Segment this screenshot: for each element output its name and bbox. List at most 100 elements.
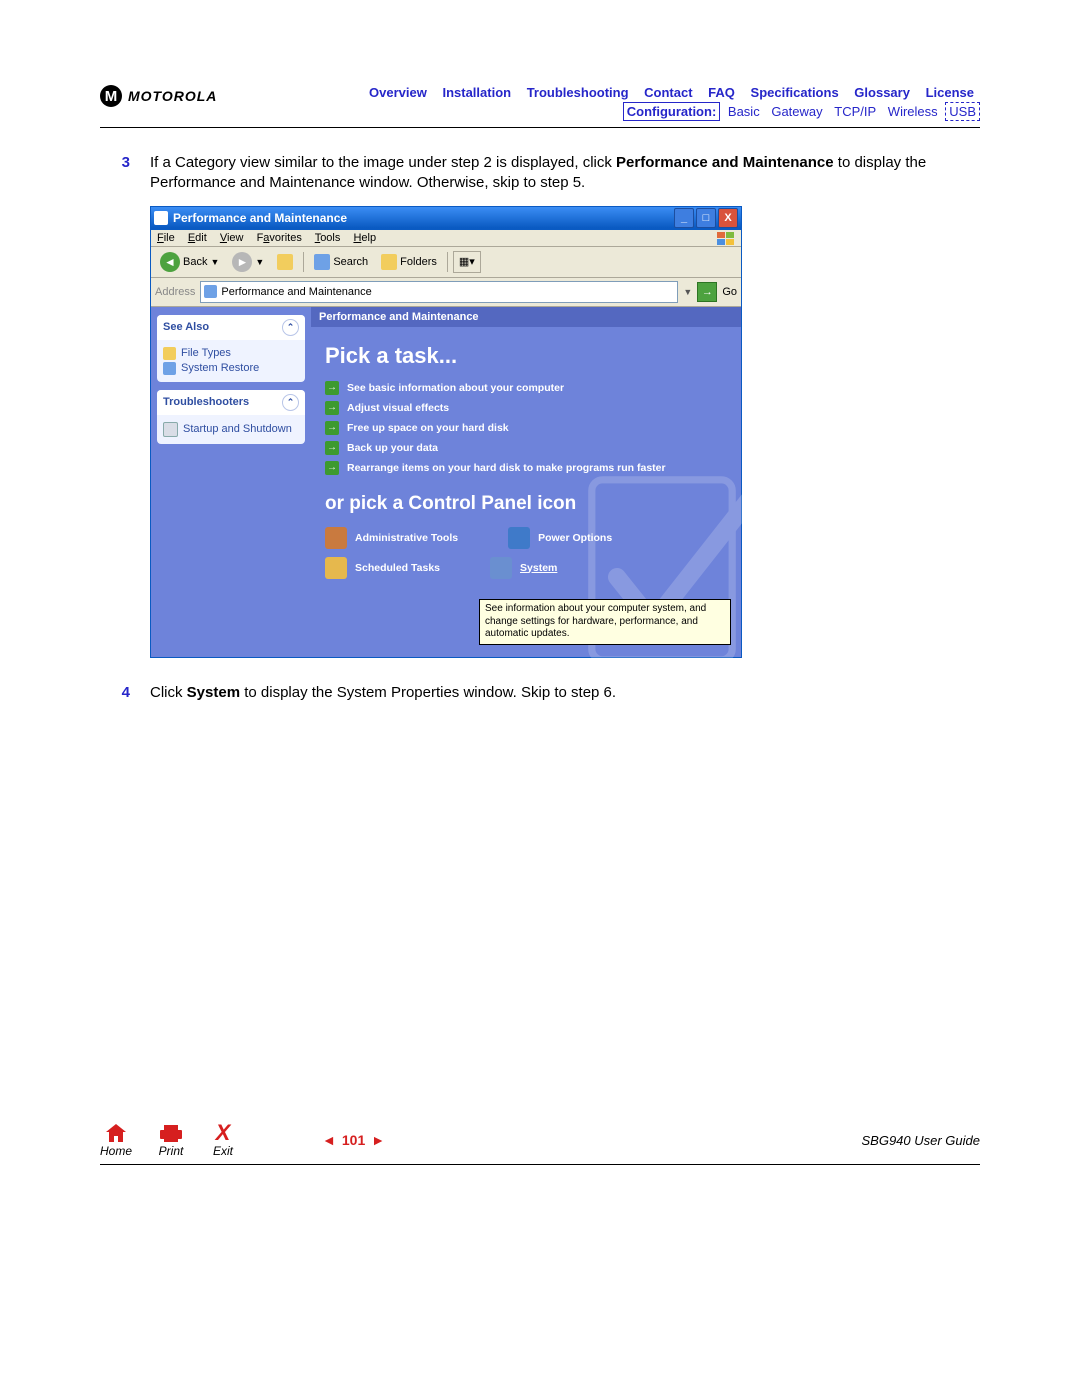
pane-seealso: See Also ⌃ File Types System Restore	[157, 315, 305, 382]
back-button[interactable]: ◄Back▼	[155, 250, 224, 274]
menu-tools[interactable]: Tools	[315, 232, 341, 244]
subnav-wireless[interactable]: Wireless	[888, 104, 938, 119]
step-4-pre: Click	[150, 684, 187, 701]
category-header: Performance and Maintenance	[311, 307, 741, 327]
page-number: 101	[342, 1132, 365, 1148]
arrow-icon: →	[325, 441, 339, 455]
forward-button[interactable]: ►▼	[227, 250, 269, 274]
step-3-text: If a Category view similar to the image …	[150, 153, 980, 194]
exit-icon: X	[210, 1122, 236, 1144]
nav-specifications[interactable]: Specifications	[751, 85, 839, 100]
go-label: Go	[722, 286, 737, 298]
xp-addressbar: Address Performance and Maintenance ▼ → …	[151, 278, 741, 307]
prev-page-button[interactable]: ◄	[322, 1132, 336, 1148]
top-nav: Overview Installation Troubleshooting Co…	[217, 85, 980, 100]
nav-troubleshooting[interactable]: Troubleshooting	[527, 85, 629, 100]
minimize-button[interactable]: _	[674, 208, 694, 228]
arrow-icon: →	[325, 381, 339, 395]
views-button[interactable]: ▦▾	[453, 251, 481, 273]
pick-a-task-heading: Pick a task...	[325, 343, 727, 369]
xp-titlebar: Performance and Maintenance _ □ X	[151, 207, 741, 230]
nav-license[interactable]: License	[926, 85, 974, 100]
page-header: M MOTOROLA Overview Installation Trouble…	[100, 85, 980, 119]
header-divider	[100, 127, 980, 128]
xp-toolbar: ◄Back▼ ►▼ Search Folders ▦▾	[151, 247, 741, 278]
pane-troubleshooters: Troubleshooters ⌃ Startup and Shutdown	[157, 390, 305, 444]
search-button[interactable]: Search	[309, 252, 373, 272]
cpl-system[interactable]: System	[490, 557, 557, 579]
step-3-number: 3	[100, 153, 150, 194]
maximize-button[interactable]: □	[696, 208, 716, 228]
sub-nav: Configuration: Basic Gateway TCP/IP Wire…	[217, 104, 980, 119]
collapse-icon[interactable]: ⌃	[282, 394, 299, 411]
nav-contact[interactable]: Contact	[644, 85, 692, 100]
cpl-admin-tools[interactable]: Administrative Tools	[325, 527, 458, 549]
print-icon	[158, 1122, 184, 1144]
task-free-space[interactable]: →Free up space on your hard disk	[325, 421, 727, 435]
next-page-button[interactable]: ►	[371, 1132, 385, 1148]
subnav-basic[interactable]: Basic	[728, 104, 760, 119]
link-startup-shutdown[interactable]: Startup and Shutdown	[163, 422, 299, 437]
exit-label: Exit	[213, 1144, 233, 1158]
folders-button[interactable]: Folders	[376, 252, 442, 272]
step-4-post: to display the System Properties window.…	[240, 684, 616, 701]
collapse-icon[interactable]: ⌃	[282, 319, 299, 336]
link-system-restore[interactable]: System Restore	[163, 362, 299, 375]
exit-button[interactable]: X Exit	[210, 1122, 236, 1158]
print-button[interactable]: Print	[158, 1122, 184, 1158]
pane-trouble-title: Troubleshooters	[163, 396, 249, 408]
page-nav: ◄ 101 ►	[322, 1132, 385, 1148]
nav-installation[interactable]: Installation	[442, 85, 511, 100]
brand-logo: M MOTOROLA	[100, 85, 217, 107]
subnav-gateway[interactable]: Gateway	[771, 104, 822, 119]
nav-glossary[interactable]: Glossary	[854, 85, 910, 100]
cpl-scheduled-tasks[interactable]: Scheduled Tasks	[325, 557, 440, 579]
step-3-bold: Performance and Maintenance	[616, 154, 834, 171]
cpl-power-options[interactable]: Power Options	[508, 527, 612, 549]
link-file-types[interactable]: File Types	[163, 347, 299, 360]
menu-favorites[interactable]: Favorites	[257, 232, 302, 244]
footer-divider	[100, 1164, 980, 1165]
step-4-bold: System	[187, 684, 240, 701]
arrow-icon: →	[325, 401, 339, 415]
go-button[interactable]: →	[697, 282, 717, 302]
xp-window-screenshot: Performance and Maintenance _ □ X File E…	[150, 206, 742, 658]
task-backup[interactable]: →Back up your data	[325, 441, 727, 455]
xp-window-title: Performance and Maintenance	[173, 211, 674, 225]
subnav-configuration[interactable]: Configuration:	[623, 102, 721, 121]
menu-file[interactable]: File	[157, 232, 175, 244]
menu-view[interactable]: View	[220, 232, 244, 244]
menu-edit[interactable]: Edit	[188, 232, 207, 244]
task-rearrange[interactable]: →Rearrange items on your hard disk to ma…	[325, 461, 727, 475]
pane-seealso-title: See Also	[163, 321, 209, 333]
task-basic-info[interactable]: →See basic information about your comput…	[325, 381, 727, 395]
arrow-icon: →	[325, 461, 339, 475]
address-field[interactable]: Performance and Maintenance	[200, 281, 678, 303]
brand-name: MOTOROLA	[128, 88, 217, 104]
step-4: 4 Click System to display the System Pro…	[100, 683, 980, 703]
home-icon	[103, 1122, 129, 1144]
motorola-icon: M	[100, 85, 122, 107]
system-tooltip: See information about your computer syst…	[479, 599, 731, 645]
nav-faq[interactable]: FAQ	[708, 85, 735, 100]
task-visual-effects[interactable]: →Adjust visual effects	[325, 401, 727, 415]
guide-title: SBG940 User Guide	[861, 1133, 980, 1148]
step-4-text: Click System to display the System Prope…	[150, 683, 980, 703]
subnav-usb[interactable]: USB	[945, 102, 980, 121]
step-4-number: 4	[100, 683, 150, 703]
pick-icon-heading: or pick a Control Panel icon	[325, 493, 727, 515]
print-label: Print	[159, 1144, 184, 1158]
step-3-pre: If a Category view similar to the image …	[150, 154, 616, 171]
windows-flag-icon	[717, 232, 735, 246]
xp-menubar: File Edit View Favorites Tools Help	[151, 230, 741, 247]
home-label: Home	[100, 1144, 132, 1158]
close-button[interactable]: X	[718, 208, 738, 228]
xp-window-icon	[154, 211, 168, 225]
menu-help[interactable]: Help	[353, 232, 376, 244]
page-footer: Home Print X Exit ◄ 101 ► SBG940 User Gu…	[100, 1122, 980, 1173]
nav-overview[interactable]: Overview	[369, 85, 427, 100]
xp-main-panel: Performance and Maintenance Pick a task.…	[311, 307, 741, 657]
subnav-tcpip[interactable]: TCP/IP	[834, 104, 876, 119]
up-button[interactable]	[272, 252, 298, 272]
home-button[interactable]: Home	[100, 1122, 132, 1158]
